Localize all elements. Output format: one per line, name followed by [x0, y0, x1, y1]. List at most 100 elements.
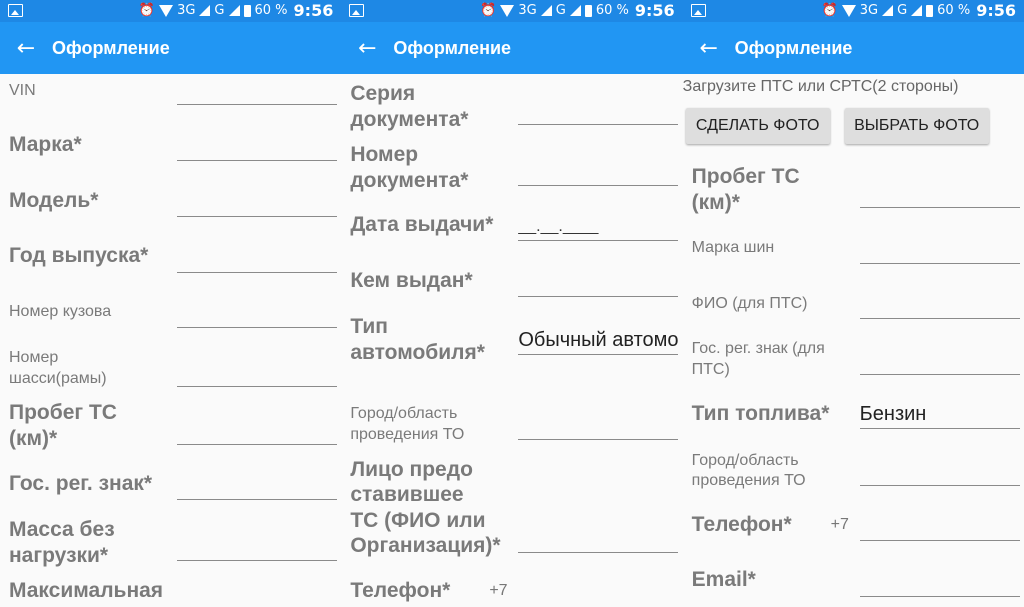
issued-by-input[interactable] — [518, 268, 679, 297]
mileage-label-1: Пробег ТС — [691, 165, 800, 188]
mass-input[interactable] — [177, 532, 337, 561]
brand-input[interactable] — [177, 132, 337, 161]
network-type-2: G — [555, 3, 566, 18]
issue-date-input[interactable]: __.__.____ — [518, 212, 679, 241]
clock: 9:56 — [976, 1, 1016, 20]
clock: 9:56 — [293, 1, 334, 20]
screen-1: ⏰ 3G G 60 % 9:56 ← Оформление VIN Марка*… — [0, 0, 342, 607]
max-mass-label: Максимальная — [9, 579, 164, 602]
choose-photo-button[interactable]: ВЫБРАТЬ ФОТО — [844, 108, 989, 144]
screen-2: ⏰ 3G G 60 % 9:56 ← Оформление Серия доку… — [341, 0, 683, 607]
phone-label: Телефон* — [691, 513, 792, 536]
back-arrow-icon[interactable]: ← — [683, 36, 735, 61]
car-type-select[interactable]: Обычный автомобиль — [518, 326, 679, 355]
city-input[interactable] — [518, 411, 679, 440]
battery-level: 60 % — [937, 3, 971, 18]
image-icon — [690, 4, 706, 17]
vin-input[interactable] — [177, 76, 337, 105]
city-label-2: проведения ТО — [350, 426, 465, 443]
person-input[interactable] — [518, 524, 679, 553]
form-content: Загрузите ПТС или СРТС(2 стороны) СДЕЛАТ… — [683, 74, 1024, 607]
fio-input[interactable] — [859, 290, 1020, 319]
mileage-input[interactable] — [859, 179, 1020, 208]
fio-label: ФИО (для ПТС) — [691, 295, 808, 312]
battery-icon — [243, 4, 251, 17]
year-label: Год выпуска* — [9, 244, 149, 267]
tires-input[interactable] — [859, 235, 1020, 264]
chassis-label-1: Номер — [9, 349, 59, 366]
screen-3: ⏰ 3G G 60 % 9:56 ← Оформление Загрузите … — [682, 0, 1024, 607]
model-label: Модель* — [9, 189, 99, 212]
person-label-4: Организация)* — [350, 534, 501, 557]
form-content: VIN Марка* Модель* Год выпуска* Номер ку… — [0, 74, 341, 607]
image-icon — [349, 4, 365, 17]
issued-by-label: Кем выдан* — [350, 269, 473, 292]
signal-icon-2 — [911, 5, 923, 16]
battery-level: 60 % — [254, 3, 288, 18]
signal-icon-2 — [569, 5, 581, 16]
status-bar: ⏰ 3G G 60 % 9:56 — [341, 0, 683, 22]
battery-icon — [584, 4, 592, 17]
wifi-icon — [159, 4, 174, 17]
issue-date-label: Дата выдачи* — [350, 213, 494, 236]
tires-label: Марка шин — [691, 239, 775, 256]
plate-label-2: ПТС) — [691, 361, 730, 378]
city-label-2: проведения ТО — [691, 472, 806, 489]
number-input[interactable] — [518, 157, 679, 186]
series-label-1: Серия — [350, 82, 416, 105]
mileage-input[interactable] — [177, 416, 337, 445]
plate-input[interactable] — [177, 471, 337, 500]
wifi-icon — [841, 4, 856, 17]
fuel-select[interactable]: Бензин — [859, 400, 1020, 429]
email-input[interactable] — [859, 568, 1020, 597]
alarm-icon: ⏰ — [138, 3, 156, 18]
toolbar: ← Оформление — [682, 22, 1024, 74]
mass-label-1: Масса без — [9, 518, 115, 541]
mileage-label-1: Пробег ТС — [9, 401, 117, 424]
toolbar: ← Оформление — [0, 22, 342, 74]
mileage-label-2: (км)* — [9, 427, 58, 450]
person-label-2: ставившее — [350, 483, 464, 506]
email-label: Email* — [691, 568, 756, 591]
page-title: Оформление — [393, 37, 512, 58]
car-type-label-2: автомобиля* — [350, 341, 485, 364]
body-number-input[interactable] — [177, 299, 337, 328]
upload-hint: Загрузите ПТС или СРТС(2 стороны) — [682, 78, 959, 95]
alarm-icon: ⏰ — [821, 3, 838, 18]
chassis-input[interactable] — [177, 358, 337, 387]
mileage-label-2: (км)* — [691, 191, 740, 214]
vin-label: VIN — [9, 82, 36, 99]
back-arrow-icon[interactable]: ← — [341, 36, 393, 61]
alarm-icon: ⏰ — [480, 3, 497, 18]
fuel-label: Тип топлива* — [691, 402, 830, 425]
signal-icon-2 — [228, 5, 240, 16]
phone-label: Телефон* — [350, 579, 451, 602]
page-title: Оформление — [52, 37, 170, 58]
number-label-1: Номер — [350, 143, 419, 166]
network-type: 3G — [859, 3, 879, 18]
back-arrow-icon[interactable]: ← — [0, 36, 52, 61]
city-input[interactable] — [859, 457, 1020, 486]
network-type: 3G — [518, 3, 537, 18]
plate-label: Гос. рег. знак* — [9, 472, 153, 495]
battery-level: 60 % — [595, 3, 629, 18]
number-label-2: документа* — [350, 169, 469, 192]
wifi-icon — [500, 4, 515, 17]
take-photo-button[interactable]: СДЕЛАТЬ ФОТО — [685, 108, 830, 144]
plate-label-1: Гос. рег. знак (для — [691, 340, 825, 357]
series-input[interactable] — [518, 96, 679, 125]
model-input[interactable] — [177, 188, 337, 217]
network-type-2: G — [214, 3, 225, 18]
plate-input[interactable] — [859, 346, 1020, 375]
toolbar: ← Оформление — [341, 22, 683, 74]
brand-label: Марка* — [9, 133, 82, 156]
phone-input[interactable] — [859, 512, 1020, 541]
city-label-1: Город/область — [350, 405, 458, 422]
year-input[interactable] — [177, 244, 337, 273]
clock: 9:56 — [634, 1, 675, 20]
person-label-3: ТС (ФИО или — [350, 509, 486, 532]
network-type-2: G — [897, 3, 908, 18]
signal-icon — [540, 5, 552, 16]
chassis-label-2: шасси(рамы) — [9, 370, 107, 387]
network-type: 3G — [177, 3, 196, 18]
